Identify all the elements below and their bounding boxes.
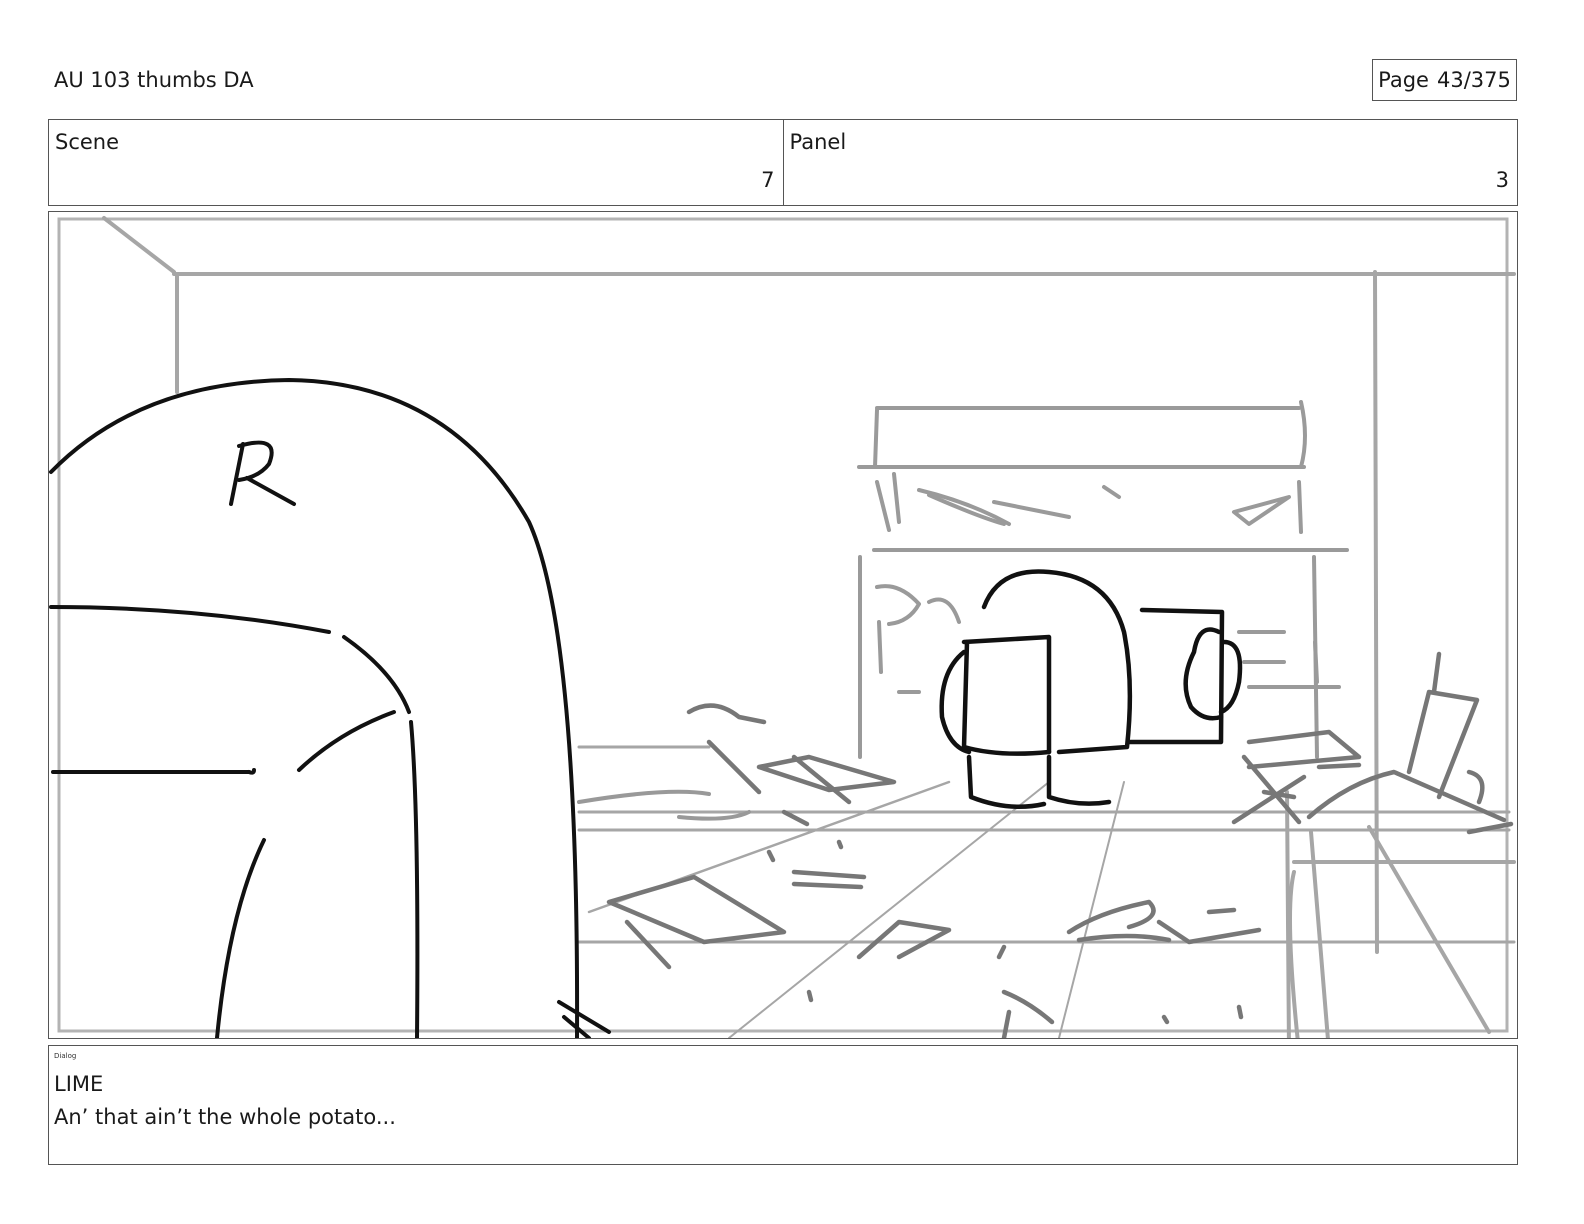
dialog-character: LIME — [54, 1072, 104, 1096]
scene-panel-table: Scene 7 Panel 3 — [48, 119, 1518, 206]
panel-label: Panel — [789, 130, 847, 154]
document-title: AU 103 thumbs DA — [54, 68, 254, 92]
near-crewmate-debris — [577, 789, 751, 821]
background-crewmate-sketch — [939, 569, 1243, 810]
crewmate-letter — [229, 440, 296, 506]
scene-label: Scene — [55, 130, 120, 154]
page-number: 43/375 — [1436, 68, 1511, 92]
panel-value: 3 — [1495, 168, 1509, 192]
dialog-label: Dialog — [54, 1052, 77, 1060]
storyboard-sketch — [49, 216, 1516, 1038]
storyboard-frame — [48, 211, 1518, 1039]
console-sketch — [857, 400, 1349, 759]
page-indicator: Page 43/375 — [1372, 59, 1517, 101]
dialog-line: An’ that ain’t the whole potato... — [54, 1105, 396, 1129]
dialog-box: Dialog LIME An’ that ain’t the whole pot… — [48, 1045, 1518, 1165]
scene-value: 7 — [761, 168, 775, 192]
page-label: Page — [1378, 68, 1429, 92]
scene-cell: Scene 7 — [49, 120, 783, 205]
panel-cell: Panel 3 — [782, 120, 1518, 205]
foreground-crewmate-sketch — [49, 378, 611, 1038]
